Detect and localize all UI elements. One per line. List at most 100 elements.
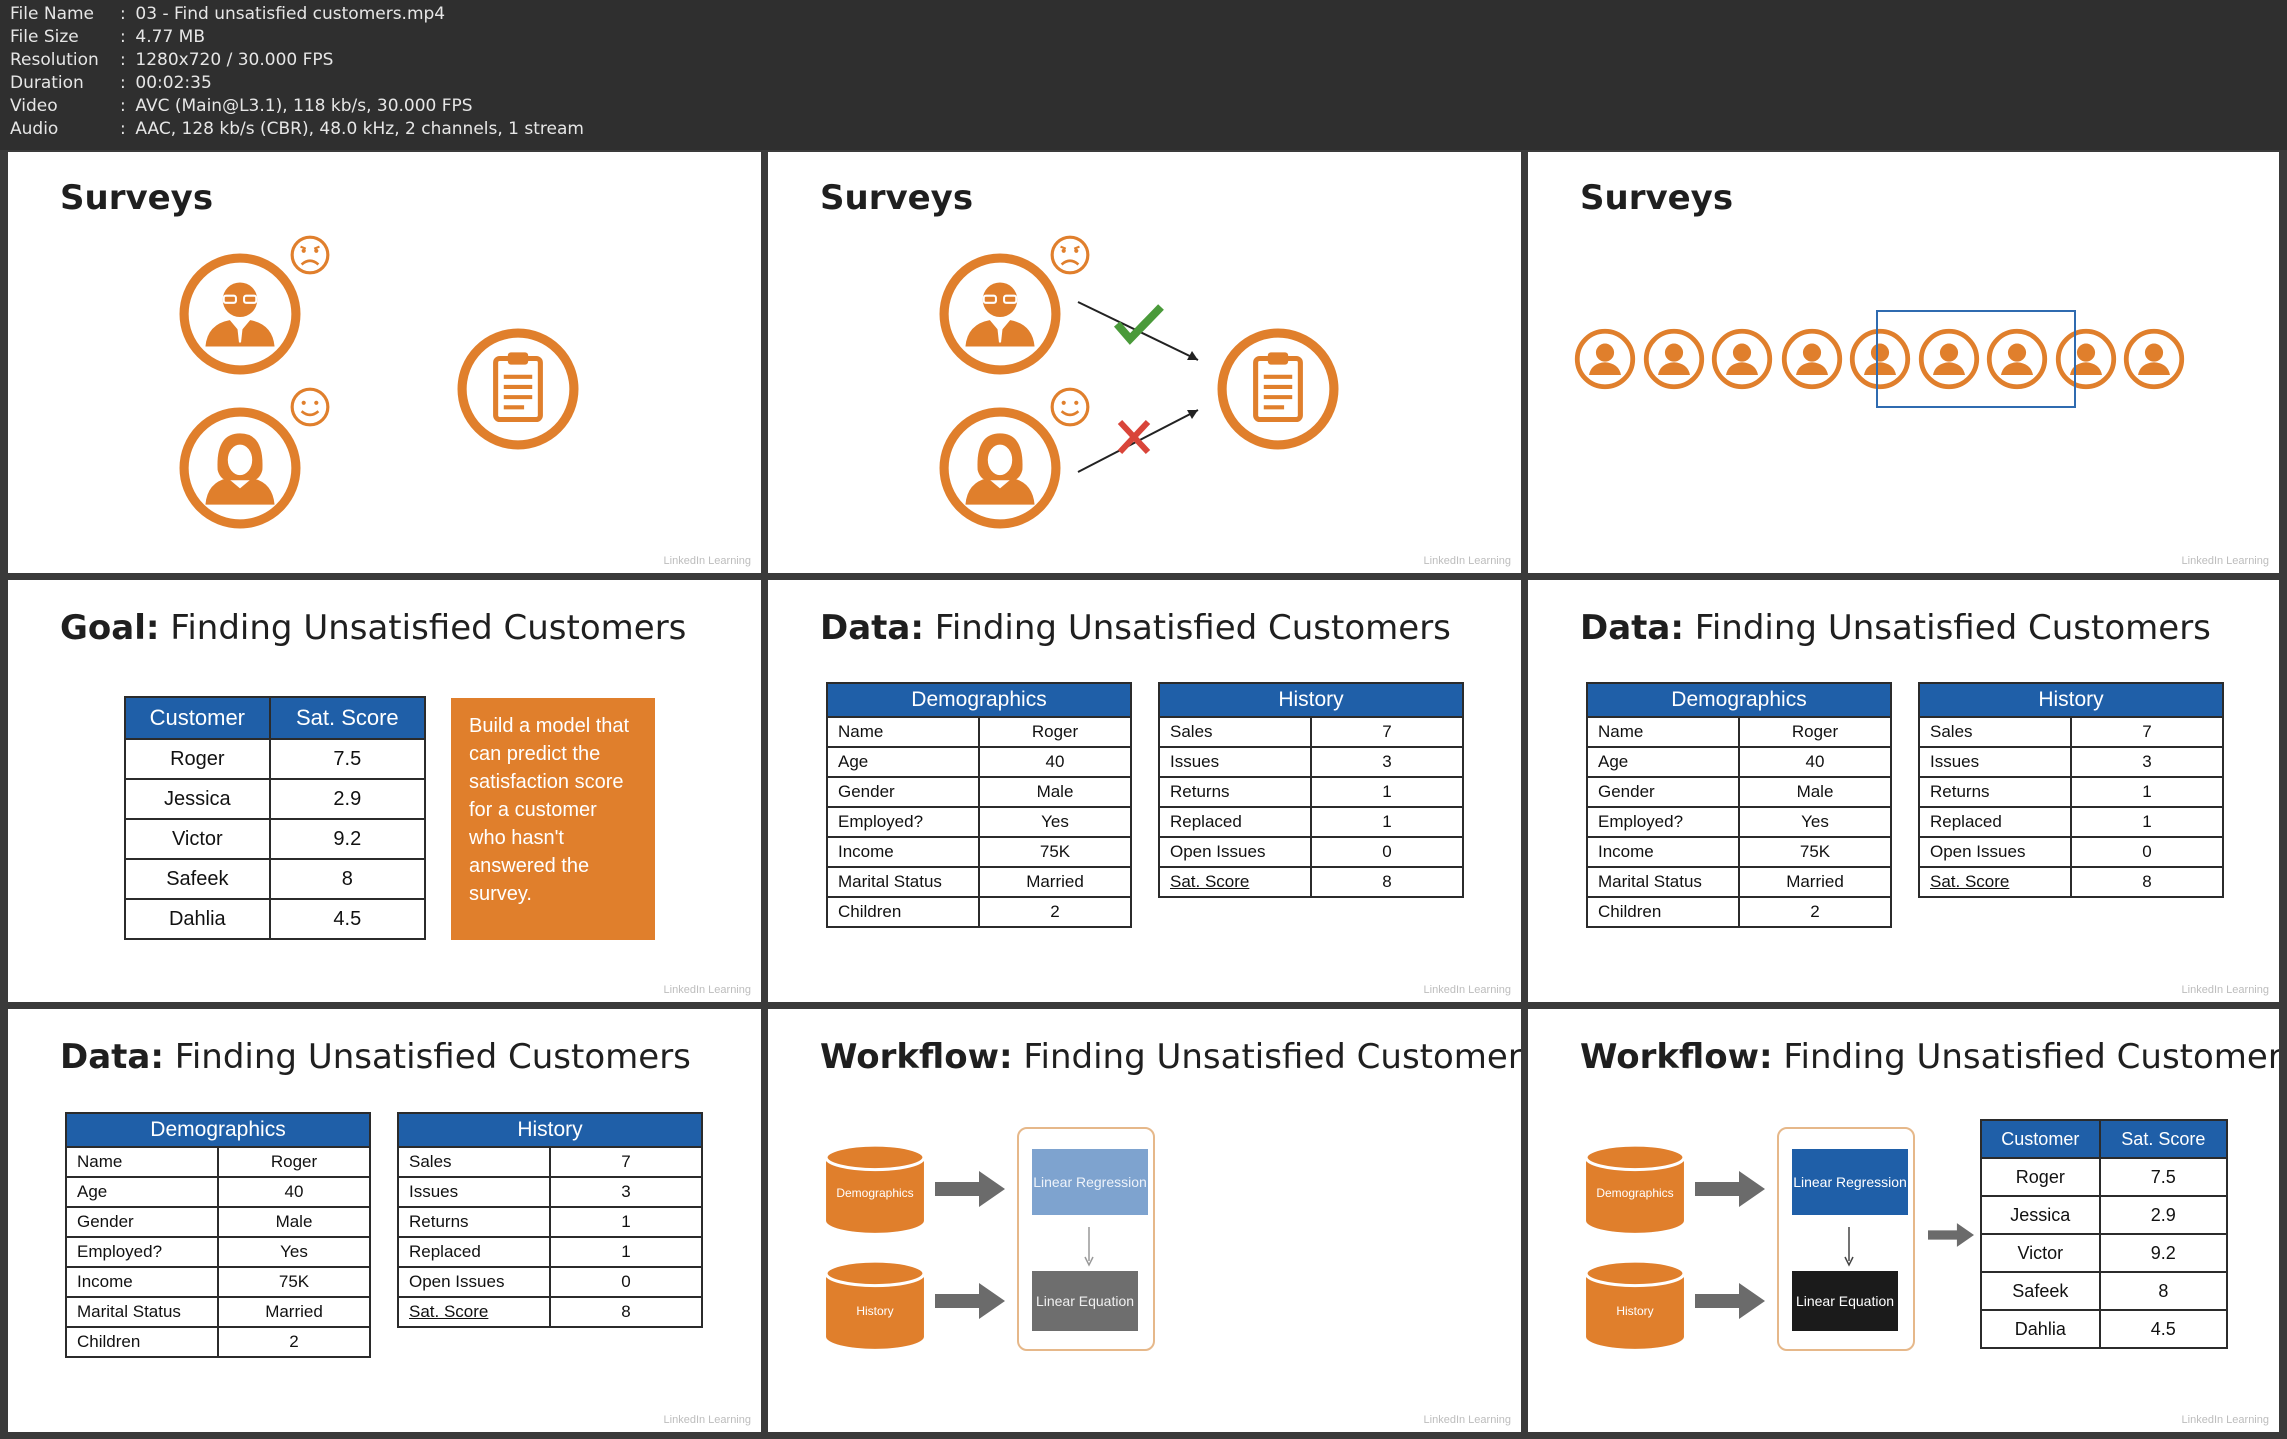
- field-label: Gender: [1586, 776, 1740, 808]
- field-label: Sales: [397, 1146, 551, 1178]
- table-row: Marital Status Married: [826, 866, 1132, 898]
- history-db-label: History: [1616, 1303, 1654, 1318]
- watermark: LinkedIn Learning: [2181, 1414, 2269, 1426]
- person-icon: [1710, 327, 1774, 391]
- field-value: Roger: [217, 1146, 371, 1178]
- demographics-db-label: Demographics: [1596, 1185, 1674, 1200]
- field-value: 3: [2070, 746, 2224, 778]
- slide-data-2: Data: Finding Unsatisfied Customers Demo…: [1528, 580, 2279, 1002]
- field-label: Name: [65, 1146, 219, 1178]
- watermark: LinkedIn Learning: [663, 555, 751, 567]
- field-value: 40: [978, 746, 1132, 778]
- field-label: Issues: [397, 1176, 551, 1208]
- table-row: Income 75K: [65, 1266, 371, 1298]
- field-value: 0: [549, 1266, 703, 1298]
- linear-regression-box: Linear Regression: [1032, 1149, 1148, 1215]
- table-row: Income 75K: [1586, 836, 1892, 868]
- arrow-right-icon: [935, 1171, 1005, 1207]
- person-male-icon: [179, 253, 301, 375]
- table-row: Sat. Score 8: [1918, 866, 2224, 898]
- table-header: Customer: [1980, 1119, 2101, 1159]
- arrow-right-icon: [935, 1283, 1005, 1319]
- slide-data-1: Data: Finding Unsatisfied Customers Demo…: [768, 580, 1521, 1002]
- table-row: Victor 9.2: [1980, 1233, 2229, 1273]
- field-value: 75K: [217, 1266, 371, 1298]
- field-label: Returns: [1158, 776, 1312, 808]
- slide-title: Workflow: Finding Unsatisfied Customers: [820, 1037, 1521, 1077]
- field-value: 0: [2070, 836, 2224, 868]
- field-label: Sat. Score: [1158, 866, 1312, 898]
- arrow-down-icon: [1084, 1227, 1094, 1267]
- field-value: 1: [2070, 806, 2224, 838]
- demographics-table: Demographics Name Roger Age 40 Gender Male Empl…: [1586, 682, 1892, 928]
- arrow-right-icon: [1928, 1223, 1974, 1247]
- field-value: 8: [549, 1296, 703, 1328]
- field-value: Roger: [1738, 716, 1892, 748]
- table-row: Name Roger: [1586, 716, 1892, 748]
- demographics-table: Demographics Name Roger Age 40 Gender Male Empl…: [65, 1112, 371, 1358]
- arrow-down-icon: [1844, 1227, 1854, 1267]
- table-row: Age 40: [826, 746, 1132, 778]
- field-label: Gender: [826, 776, 980, 808]
- table-header: History: [1918, 682, 2224, 718]
- slide-title: Surveys: [60, 178, 214, 218]
- arrow-right-icon: [1695, 1283, 1765, 1319]
- table-row: Safeek 8: [124, 858, 427, 900]
- table-row: Children 2: [65, 1326, 371, 1358]
- table-row: Returns 1: [1918, 776, 2224, 808]
- field-value: Male: [1738, 776, 1892, 808]
- field-value: Yes: [978, 806, 1132, 838]
- field-value: 8: [1310, 866, 1464, 898]
- field-label: Replaced: [1158, 806, 1312, 838]
- field-value: 1: [1310, 776, 1464, 808]
- slide-goal: Goal: Finding Unsatisfied Customers Cust…: [8, 580, 761, 1002]
- table-row: Returns 1: [397, 1206, 703, 1238]
- table-row: Sat. Score 8: [397, 1296, 703, 1328]
- history-db-label: History: [856, 1303, 894, 1318]
- field-label: Gender: [65, 1206, 219, 1238]
- watermark: LinkedIn Learning: [663, 984, 751, 996]
- arrow-right-icon: [1695, 1171, 1765, 1207]
- linear-equation-box: Linear Equation: [1792, 1271, 1898, 1331]
- history-table: History Sales 7 Issues 3 Returns 1 Replaced 1 Ope…: [1918, 682, 2224, 898]
- table-row: Issues 3: [1158, 746, 1464, 778]
- slide-title: Goal: Finding Unsatisfied Customers: [60, 608, 687, 648]
- table-row: Gender Male: [65, 1206, 371, 1238]
- table-header: Sat. Score: [268, 696, 427, 740]
- slide-surveys-3: Surveys LinkedIn Learning: [1528, 152, 2279, 573]
- file-info-header: File Name: 03 - Find unsatisfied custome…: [0, 0, 2287, 150]
- file-info-line: Duration: 00:02:35: [10, 73, 212, 93]
- field-label: Marital Status: [1586, 866, 1740, 898]
- table-header: Demographics: [1586, 682, 1892, 718]
- survey-arrows: [1077, 301, 1199, 473]
- file-info-line: Video: AVC (Main@L3.1), 118 kb/s, 30.000…: [10, 96, 473, 116]
- field-label: Open Issues: [1158, 836, 1312, 868]
- table-row: Roger 7.5: [124, 738, 427, 780]
- watermark: LinkedIn Learning: [2181, 984, 2269, 996]
- table-row: Sales 7: [397, 1146, 703, 1178]
- goal-description-box: Build a model that can predict the satis…: [451, 698, 655, 940]
- slide-data-3: Data: Finding Unsatisfied Customers Demo…: [8, 1009, 761, 1432]
- slide-title: Data: Finding Unsatisfied Customers: [60, 1037, 691, 1077]
- field-label: Sat. Score: [1918, 866, 2072, 898]
- field-value: Married: [978, 866, 1132, 898]
- person-female-icon: [179, 407, 301, 529]
- field-value: Yes: [217, 1236, 371, 1268]
- field-label: Children: [826, 896, 980, 928]
- field-label: Name: [1586, 716, 1740, 748]
- table-row: Replaced 1: [397, 1236, 703, 1268]
- person-icon: [1573, 327, 1637, 391]
- table-row: Replaced 1: [1158, 806, 1464, 838]
- field-label: Age: [826, 746, 980, 778]
- field-value: Roger: [978, 716, 1132, 748]
- sad-face-icon: [290, 235, 330, 275]
- slide-surveys-1: Surveys LinkedIn Learning: [8, 152, 761, 573]
- watermark: LinkedIn Learning: [663, 1414, 751, 1426]
- table-row: Open Issues 0: [1918, 836, 2224, 868]
- table-row: Children 2: [826, 896, 1132, 928]
- table-row: Marital Status Married: [1586, 866, 1892, 898]
- table-header: Customer: [124, 696, 271, 740]
- customer-score-table: Customer Sat. Score Roger 7.5 Jessica 2.9 V…: [124, 696, 427, 940]
- field-label: Returns: [1918, 776, 2072, 808]
- table-row: Open Issues 0: [1158, 836, 1464, 868]
